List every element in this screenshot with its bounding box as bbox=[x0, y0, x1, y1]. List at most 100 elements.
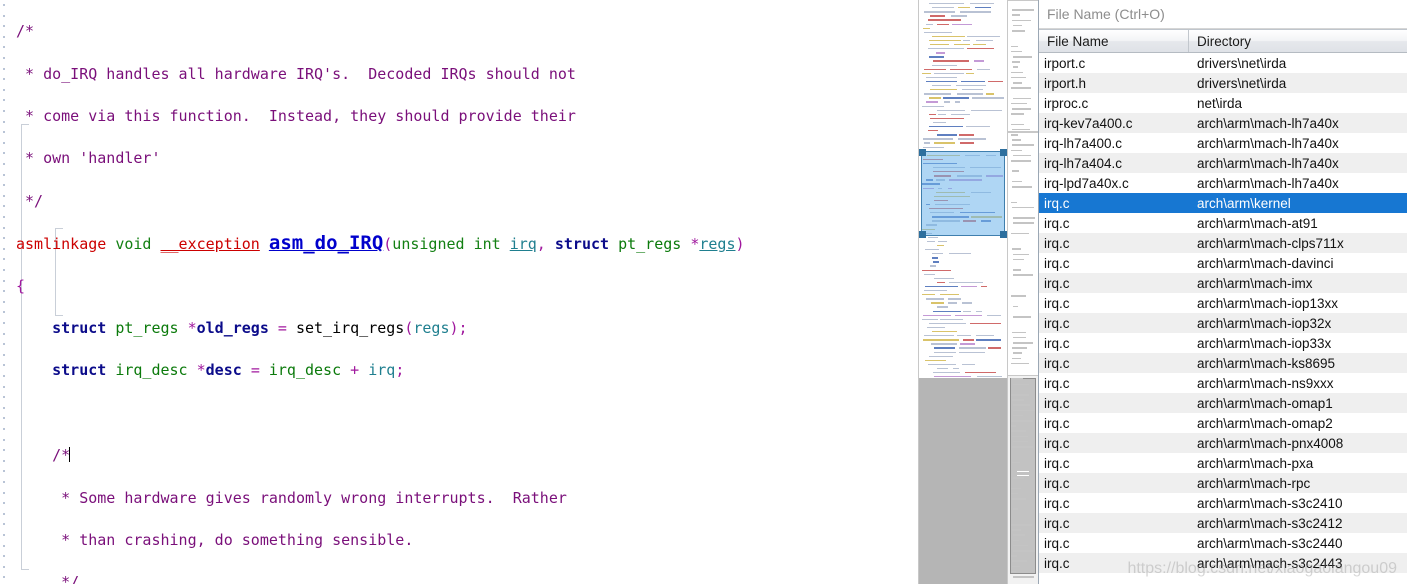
column-header-file-name[interactable]: File Name bbox=[1039, 30, 1189, 52]
file-list-row[interactable]: irport.c drivers\net\irda bbox=[1039, 53, 1407, 73]
gutter-mark bbox=[3, 216, 5, 218]
minimap-line bbox=[954, 44, 970, 46]
gutter-mark bbox=[3, 78, 5, 81]
overview-line bbox=[1012, 9, 1034, 11]
file-list-row[interactable]: irq-lh7a404.c arch\arm\mach-lh7a40x bbox=[1039, 153, 1407, 173]
file-list-row[interactable]: irq-kev7a400.c arch\arm\mach-lh7a40x bbox=[1039, 113, 1407, 133]
file-list-row[interactable]: irq.c arch\arm\mach-ns9xxx bbox=[1039, 373, 1407, 393]
code-editor[interactable]: /* * do_IRQ handles all hardware IRQ's. … bbox=[0, 0, 918, 584]
overview-line bbox=[1012, 498, 1026, 500]
gutter-mark bbox=[3, 247, 5, 250]
overview-line bbox=[1012, 446, 1033, 448]
file-list-row[interactable]: irq.c arch\arm\mach-iop32x bbox=[1039, 313, 1407, 333]
overview-line bbox=[1011, 430, 1026, 432]
gutter-mark bbox=[3, 375, 5, 377]
code-line: */ bbox=[16, 573, 80, 584]
file-list-row[interactable]: irq.c arch\arm\kernel bbox=[1039, 193, 1407, 213]
overview-line bbox=[1011, 149, 1022, 152]
overview-line bbox=[1012, 565, 1020, 568]
minimap-line bbox=[960, 11, 991, 13]
minimap-line bbox=[928, 236, 938, 239]
file-list-row[interactable]: irproc.c net\irda bbox=[1039, 93, 1407, 113]
overview-line bbox=[1013, 222, 1034, 224]
directory-cell: arch\arm\mach-iop13xx bbox=[1197, 295, 1339, 311]
gutter-mark bbox=[3, 152, 5, 155]
file-list-row[interactable]: irq.c arch\arm\mach-at91 bbox=[1039, 213, 1407, 233]
file-list-row[interactable]: irq.c arch\arm\mach-pnx4008 bbox=[1039, 433, 1407, 453]
gutter-mark bbox=[3, 343, 5, 346]
file-list-rows[interactable]: irport.c drivers\net\irda irport.h drivers\… bbox=[1039, 53, 1407, 584]
overview-line bbox=[1012, 61, 1020, 63]
file-search-bar[interactable] bbox=[1039, 0, 1407, 29]
minimap-line bbox=[961, 80, 985, 83]
file-list-row[interactable]: irq.c arch\arm\mach-s3c2410 bbox=[1039, 493, 1407, 513]
minimap-handle-bl[interactable] bbox=[919, 231, 926, 238]
minimap-viewport[interactable] bbox=[919, 149, 1007, 238]
gutter-mark bbox=[3, 194, 5, 197]
minimap-line bbox=[929, 126, 963, 128]
overview-line bbox=[1012, 435, 1028, 438]
overview-line bbox=[1012, 180, 1022, 183]
file-list-row[interactable]: irq.c arch\arm\mach-clps711x bbox=[1039, 233, 1407, 253]
gutter-mark bbox=[3, 173, 5, 176]
overview-line bbox=[1013, 154, 1031, 157]
minimap-line bbox=[966, 72, 974, 75]
code-line: */ bbox=[16, 191, 44, 210]
file-list-row[interactable]: irq.c arch\arm\mach-pxa bbox=[1039, 453, 1407, 473]
minimap-line bbox=[937, 134, 957, 136]
file-list-row[interactable]: irq.c arch\arm\mach-s3c2412 bbox=[1039, 513, 1407, 533]
file-list-row[interactable]: irq.c arch\arm\mach-omap2 bbox=[1039, 413, 1407, 433]
code-minimap[interactable] bbox=[918, 0, 1007, 584]
minimap-line bbox=[963, 39, 970, 42]
minimap-line bbox=[929, 3, 964, 5]
overview-line bbox=[1011, 524, 1032, 526]
gutter-mark bbox=[3, 481, 5, 483]
directory-cell: arch\arm\mach-at91 bbox=[1197, 215, 1318, 231]
minimap-line bbox=[970, 322, 1001, 325]
overview-line bbox=[1011, 425, 1016, 427]
minimap-line bbox=[926, 298, 944, 300]
gutter-mark bbox=[3, 385, 5, 388]
file-list-row[interactable]: irq.c arch\arm\mach-s3c2443 bbox=[1039, 553, 1407, 573]
minimap-handle-br[interactable] bbox=[1000, 231, 1007, 238]
code-line: * do_IRQ handles all hardware IRQ's. Dec… bbox=[16, 64, 576, 83]
overview-line bbox=[1013, 336, 1026, 339]
overview-line bbox=[1013, 258, 1024, 261]
minimap-line bbox=[937, 23, 949, 25]
editor-gutter[interactable] bbox=[0, 0, 11, 584]
directory-cell: arch\arm\mach-rpc bbox=[1197, 475, 1311, 491]
directory-cell: net\irda bbox=[1197, 95, 1243, 111]
file-list-row[interactable]: irq.c arch\arm\mach-davinci bbox=[1039, 253, 1407, 273]
file-list-row[interactable]: irq.c arch\arm\mach-omap1 bbox=[1039, 393, 1407, 413]
directory-cell: arch\arm\mach-ns9xxx bbox=[1197, 375, 1334, 391]
source-code-text[interactable]: /* * do_IRQ handles all hardware IRQ's. … bbox=[11, 0, 745, 584]
gutter-mark bbox=[3, 57, 5, 59]
file-list-row[interactable]: irq.c arch\arm\mach-rpc bbox=[1039, 473, 1407, 493]
file-list-row[interactable]: irq.c arch\arm\mach-s3c2440 bbox=[1039, 533, 1407, 553]
overview-line bbox=[1011, 378, 1023, 380]
minimap-line bbox=[958, 138, 986, 140]
file-list-row[interactable]: irport.h drivers\net\irda bbox=[1039, 73, 1407, 93]
document-overview-strip[interactable] bbox=[1007, 0, 1038, 584]
minimap-line bbox=[923, 27, 930, 29]
gutter-mark bbox=[3, 88, 5, 91]
file-name-search-input[interactable] bbox=[1039, 1, 1407, 27]
directory-cell: arch\arm\mach-s3c2440 bbox=[1197, 535, 1343, 551]
column-header-directory[interactable]: Directory bbox=[1189, 30, 1407, 52]
file-list-row[interactable]: irq-lh7a400.c arch\arm\mach-lh7a40x bbox=[1039, 133, 1407, 153]
gutter-mark bbox=[3, 396, 5, 399]
overview-line bbox=[1011, 113, 1024, 115]
file-list-row[interactable]: irq.c arch\arm\mach-iop33x bbox=[1039, 333, 1407, 353]
file-list-row[interactable]: irq-lpd7a40x.c arch\arm\mach-lh7a40x bbox=[1039, 173, 1407, 193]
file-list-row[interactable]: irq.c arch\arm\mach-imx bbox=[1039, 273, 1407, 293]
file-name-cell: irq.c bbox=[1044, 415, 1070, 431]
minimap-handle-tl[interactable] bbox=[919, 149, 926, 156]
minimap-line bbox=[932, 257, 938, 259]
file-name-cell: irq.c bbox=[1044, 235, 1070, 251]
minimap-line bbox=[937, 306, 948, 308]
file-list-row[interactable]: irq.c arch\arm\mach-ks8695 bbox=[1039, 353, 1407, 373]
gutter-mark bbox=[3, 67, 5, 70]
minimap-handle-tr[interactable] bbox=[1000, 149, 1007, 156]
file-list-row[interactable]: irq.c arch\arm\mach-iop13xx bbox=[1039, 293, 1407, 313]
overview-line bbox=[1013, 274, 1033, 276]
